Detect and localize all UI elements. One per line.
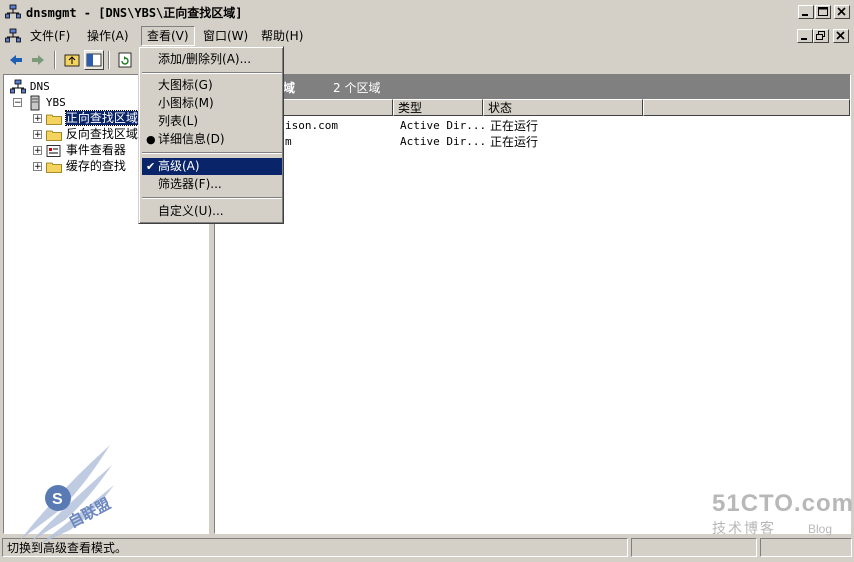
toolbar-separator <box>108 51 110 69</box>
menu-item-small-icons[interactable]: 小图标(M) <box>142 95 282 112</box>
tree-label: 反向查找区域 <box>65 127 138 141</box>
up-folder-icon <box>64 54 80 67</box>
menu-view[interactable]: 查看(V) <box>141 26 195 46</box>
mmc-document-icon[interactable] <box>5 28 21 44</box>
refresh-button[interactable] <box>115 50 135 70</box>
menu-file[interactable]: 文件(F) <box>25 27 75 45</box>
forward-button[interactable] <box>28 50 48 70</box>
menu-separator <box>142 72 282 74</box>
minimize-icon <box>801 38 807 40</box>
dns-icon <box>10 79 26 93</box>
menu-item-filter[interactable]: 筛选器(F)... <box>142 176 282 193</box>
maximize-button[interactable] <box>815 5 831 19</box>
menu-item-large-icons[interactable]: 大图标(G) <box>142 77 282 94</box>
menu-item-list[interactable]: 列表(L) <box>142 113 282 130</box>
expand-toggle[interactable]: + <box>33 130 42 140</box>
back-button[interactable] <box>6 50 26 70</box>
menu-bar: 文件(F) 操作(A) 查看(V) 窗口(W) 帮助(H) <box>0 25 854 47</box>
mdi-close-button[interactable] <box>833 29 849 43</box>
radio-bullet-icon: ● <box>146 133 156 146</box>
menu-window[interactable]: 窗口(W) <box>198 27 253 45</box>
close-icon <box>836 31 845 40</box>
column-header-empty <box>643 99 850 116</box>
close-button[interactable] <box>834 5 850 19</box>
cell-status: 正在运行 <box>490 135 539 149</box>
forward-arrow-icon <box>32 55 44 65</box>
menu-item-add-remove-columns[interactable]: 添加/删除列(A)... <box>142 51 282 68</box>
tree-item-cached-lookups[interactable]: 缓存的查找 <box>46 158 126 174</box>
collapse-toggle[interactable]: − <box>13 98 22 108</box>
up-one-level-button[interactable] <box>62 50 82 70</box>
detail-header-count: 2 个区域 <box>333 81 381 95</box>
cell-type: Active Dir... <box>400 119 487 132</box>
tree-item-forward-lookup-zones[interactable]: 正向查找区域 <box>46 110 139 126</box>
menu-item-details[interactable]: ● 详细信息(D) <box>142 131 282 148</box>
view-menu-dropdown: 添加/删除列(A)... 大图标(G) 小图标(M) 列表(L) ● 详细信息(… <box>138 46 284 224</box>
folder-icon <box>46 162 62 173</box>
folder-icon <box>46 130 62 141</box>
cell-name: m <box>285 135 292 148</box>
refresh-icon <box>118 52 132 68</box>
tree-label: DNS <box>29 80 50 93</box>
menu-separator <box>142 197 282 199</box>
tree-label: 正向查找区域 <box>64 110 139 126</box>
menu-action[interactable]: 操作(A) <box>82 27 134 45</box>
tree-item-server[interactable]: YBS <box>28 94 66 110</box>
minimize-button[interactable] <box>798 5 814 19</box>
folder-icon <box>46 114 62 125</box>
close-icon <box>837 7 846 16</box>
status-text: 切换到高级查看模式。 <box>2 538 628 557</box>
minimize-icon <box>802 14 808 16</box>
status-panel <box>760 538 852 557</box>
toolbar-separator <box>54 51 56 69</box>
mdi-restore-button[interactable] <box>813 29 829 43</box>
maximize-icon <box>818 7 828 16</box>
dns-app-icon <box>5 4 21 19</box>
menu-item-advanced[interactable]: ✔ 高级(A) <box>142 158 282 175</box>
tree-item-event-viewer[interactable]: 事件查看器 <box>46 142 126 158</box>
cell-status: 正在运行 <box>490 119 539 133</box>
mdi-minimize-button[interactable] <box>797 29 813 43</box>
detail-header: 区域 2 个区域 <box>215 75 850 99</box>
status-bar: 切换到高级查看模式。 <box>0 536 854 559</box>
cell-type: Active Dir... <box>400 135 487 148</box>
console-tree-icon <box>86 53 102 67</box>
toolbar <box>0 48 854 72</box>
column-header-type[interactable]: 类型 <box>393 99 483 116</box>
window-title: dnsmgmt - [DNS\YBS\正向查找区域] <box>26 6 243 20</box>
menu-help[interactable]: 帮助(H) <box>256 27 308 45</box>
expand-toggle[interactable]: + <box>33 162 42 172</box>
status-panel <box>631 538 757 557</box>
event-viewer-icon <box>46 144 61 157</box>
restore-icon <box>816 31 825 40</box>
expand-toggle[interactable]: + <box>33 146 42 156</box>
tree-item-reverse-lookup-zones[interactable]: 反向查找区域 <box>46 126 138 142</box>
title-bar[interactable]: dnsmgmt - [DNS\YBS\正向查找区域] <box>0 0 854 24</box>
back-arrow-icon <box>10 55 22 65</box>
column-header-status[interactable]: 状态 <box>483 99 643 116</box>
tree-label: 缓存的查找 <box>65 159 126 173</box>
tree-label: 事件查看器 <box>65 143 126 157</box>
tree-label: YBS <box>45 96 66 109</box>
expand-toggle[interactable]: + <box>33 114 42 124</box>
server-icon <box>30 95 40 110</box>
show-hide-tree-button[interactable] <box>84 50 104 70</box>
cell-name: ison.com <box>285 119 338 132</box>
checkmark-icon: ✔ <box>146 160 156 173</box>
tree-item-dns-root[interactable]: DNS <box>10 78 50 94</box>
menu-item-customize[interactable]: 自定义(U)... <box>142 203 282 220</box>
menu-separator <box>142 152 282 154</box>
detail-pane[interactable]: 区域 2 个区域 类型 状态 ison.com Active Dir... 正在… <box>214 74 851 534</box>
